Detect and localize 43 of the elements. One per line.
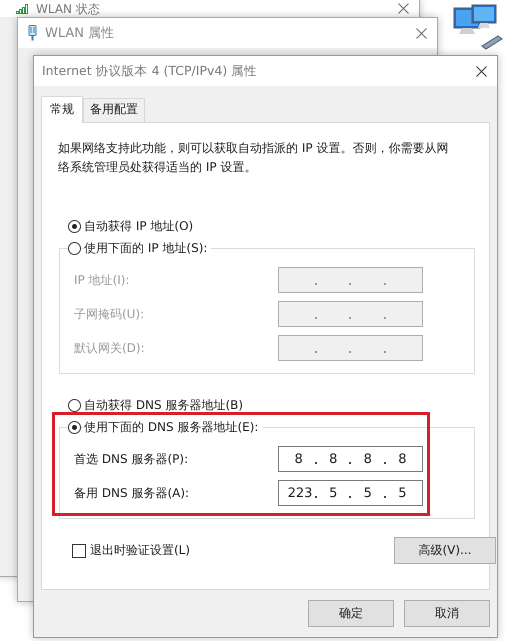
ip-address-field[interactable]	[278, 335, 423, 361]
adapter-icon	[28, 25, 37, 41]
radio-label[interactable]: 使用下面的 IP 地址(S):	[84, 240, 212, 256]
octet-text: 8	[294, 452, 304, 466]
dialog-title: Internet 协议版本 4 (TCP/IPv4) 属性	[42, 62, 258, 80]
field-label: 备用 DNS 服务器(A):	[74, 484, 190, 502]
checkbox[interactable]	[72, 544, 86, 558]
description-text: 如果网络支持此功能，则可以获取自动指派的 IP 设置。否则，你需要从网络系统管理员处获得适当的 IP 设置。	[58, 140, 450, 176]
tab[interactable]: 备用配置	[83, 98, 145, 122]
close-icon[interactable]	[416, 28, 427, 38]
tab[interactable]: 常规	[41, 96, 83, 123]
ip-address-field[interactable]: 8 8 8 8	[278, 446, 423, 472]
octet-text: 8	[328, 452, 338, 466]
octet-text: 5	[362, 486, 373, 500]
close-icon[interactable]	[476, 66, 487, 76]
advanced-button[interactable]: 高级(V)...	[394, 537, 496, 564]
network-computers-icon	[452, 4, 504, 52]
dialog-button[interactable]: 确定	[308, 600, 394, 627]
dialog-button[interactable]: 取消	[404, 600, 490, 627]
octet-text: 8	[397, 452, 408, 466]
ip-address-field[interactable]: 223 5 5 5	[278, 480, 423, 506]
octet-text: 223	[288, 486, 310, 500]
field-label: 首选 DNS 服务器(P):	[74, 450, 190, 468]
octet-text: 8	[362, 452, 373, 466]
radio-label[interactable]: 自动获得 IP 地址(O)	[84, 218, 194, 234]
octet-text: 5	[397, 486, 408, 500]
window-title: WLAN 属性	[45, 25, 114, 42]
ip-address-field[interactable]	[278, 267, 423, 293]
octet-text: 5	[328, 486, 338, 500]
field-label: 子网掩码(U):	[74, 306, 146, 322]
radio-button[interactable]	[68, 220, 81, 232]
radio-button[interactable]	[68, 398, 81, 412]
ip-address-field[interactable]	[278, 301, 423, 327]
field-label: IP 地址(I):	[74, 272, 131, 288]
signal-icon	[16, 4, 28, 14]
radio-label[interactable]: 自动获得 DNS 服务器地址(B)	[84, 396, 244, 414]
radio-button[interactable]	[68, 242, 81, 254]
field-label: 默认网关(D):	[74, 340, 146, 356]
radio-button[interactable]	[68, 420, 81, 434]
radio-label[interactable]: 使用下面的 DNS 服务器地址(E):	[84, 418, 262, 436]
checkbox-label[interactable]: 退出时验证设置(L)	[90, 542, 190, 559]
close-icon[interactable]	[398, 3, 409, 14]
window-title: WLAN 状态	[36, 2, 100, 16]
